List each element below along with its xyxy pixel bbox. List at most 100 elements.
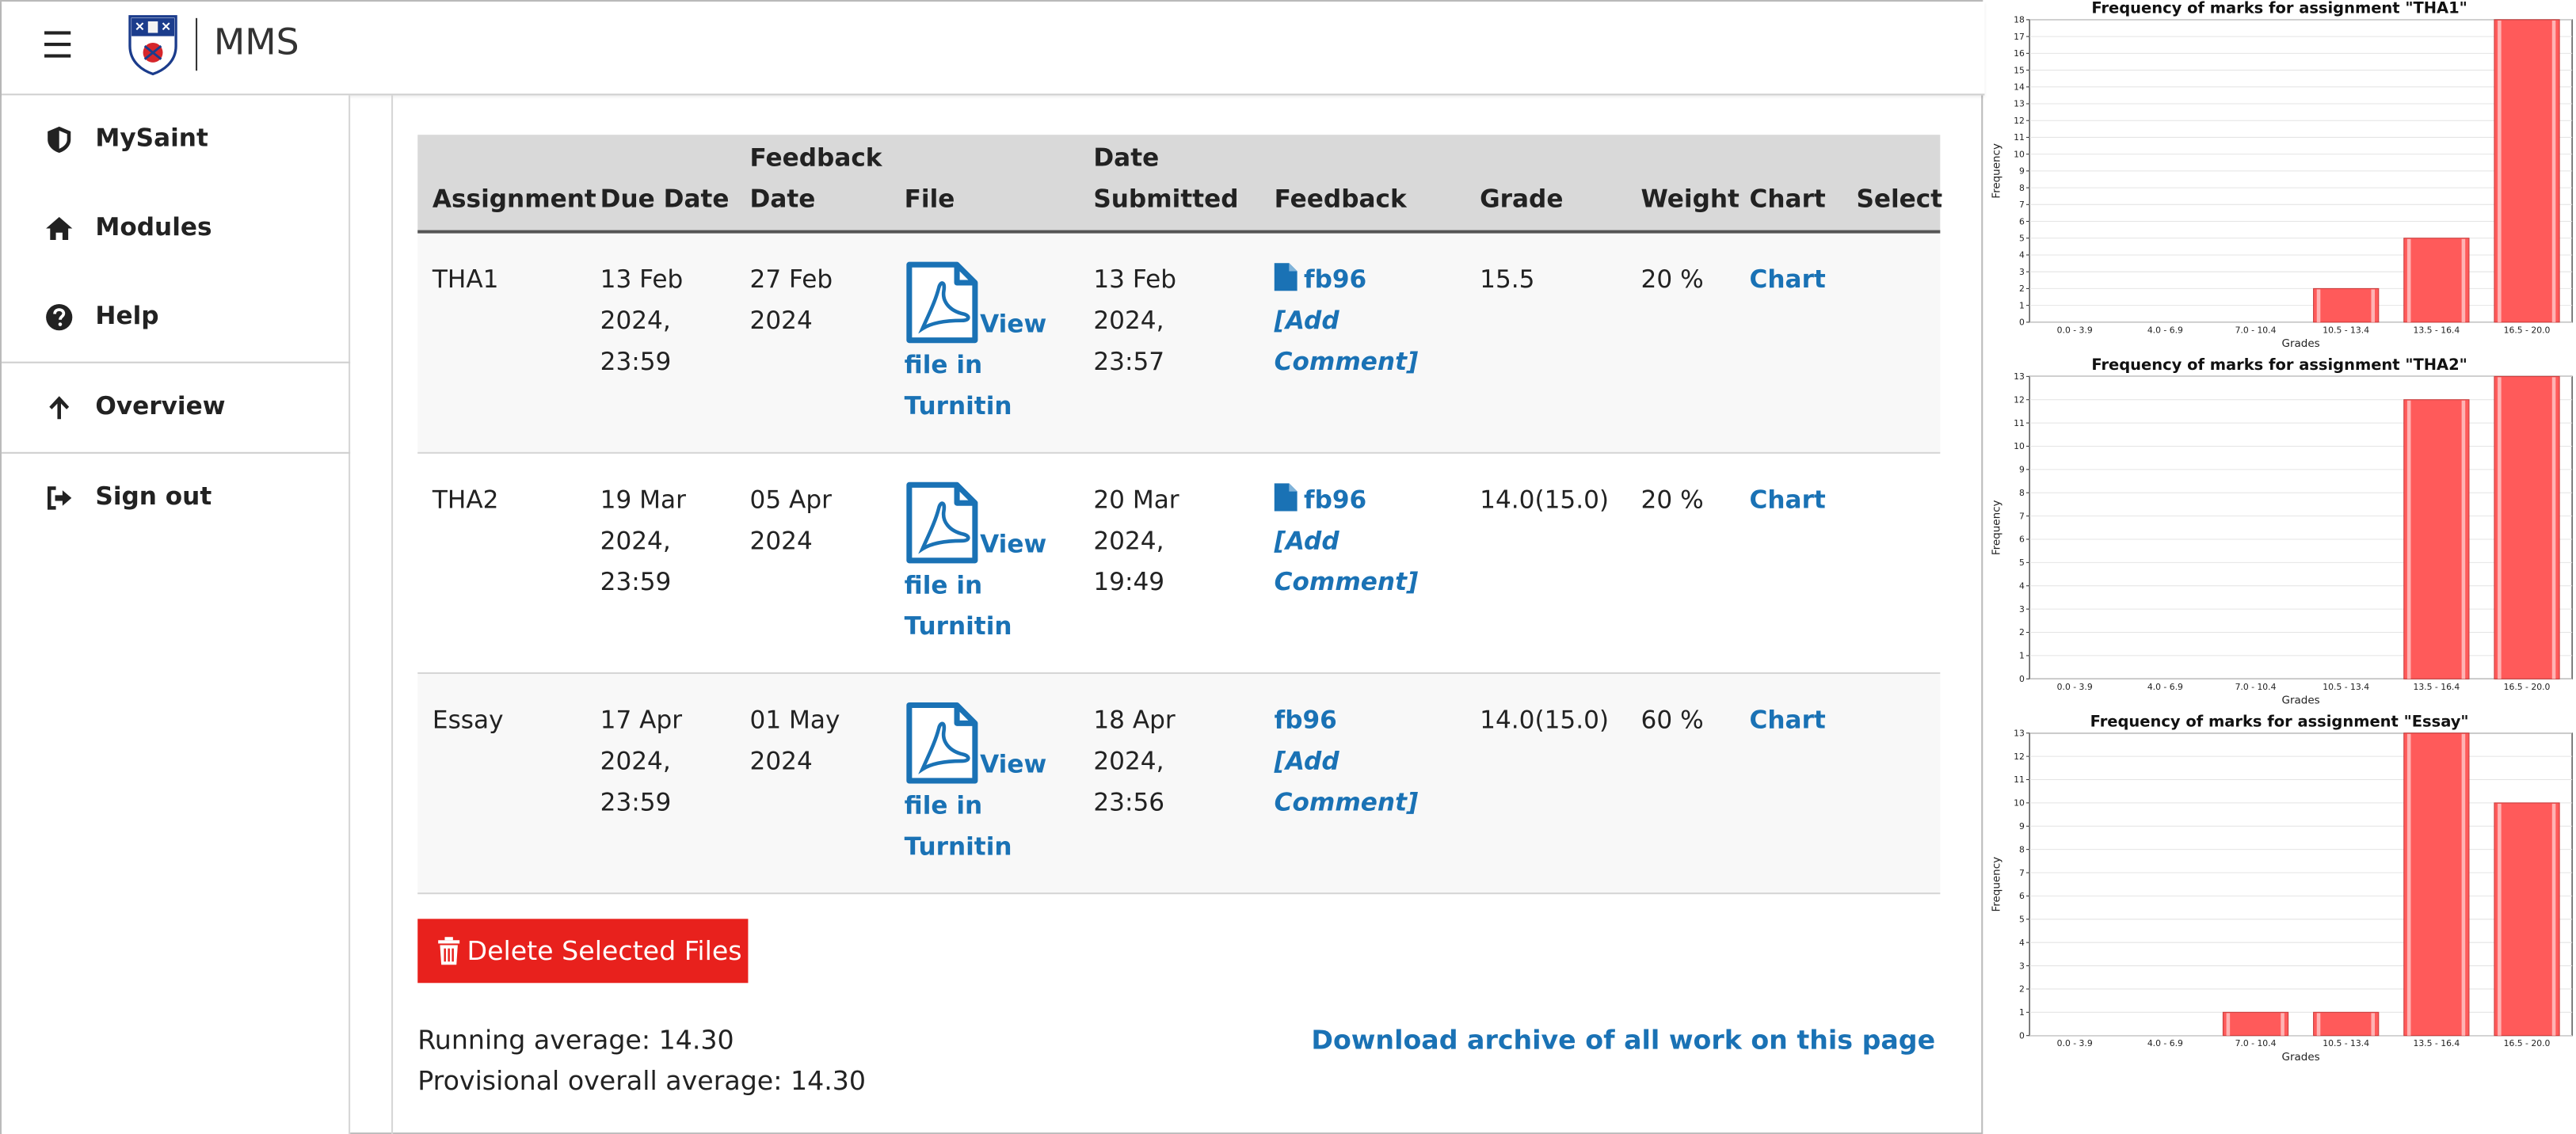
text-line: Comment] [1274,787,1419,817]
table-row: Essay 17 Apr 2024, 23:59 01 May 2024 View file … [417,674,1941,895]
bar [2494,19,2560,323]
column-header-feedback[interactable]: Feedback [1275,179,1407,220]
mms-app: MMS MySaint Modules Help Overview Sign o… [0,0,1985,1134]
text-line: 2024, [600,746,671,776]
y-tick-label: 15 [2014,65,2025,75]
sidebar-item-sign-out[interactable]: Sign out [2,465,350,531]
y-tick-label: 6 [2019,216,2025,226]
y-tick-label: 6 [2019,535,2025,545]
table-row: THA2 19 Mar 2024, 23:59 05 Apr 2024 View file i… [417,454,1941,675]
running-average: Running average: 14.30 [417,1024,734,1056]
text-line: Comment] [1274,346,1419,377]
x-tick-label: 7.0 - 10.4 [2235,1038,2277,1048]
text-line: 20 Mar [1093,485,1179,515]
sidebar-item-modules[interactable]: Modules [2,196,350,261]
sidebar-item-overview[interactable]: Overview [2,375,350,440]
column-header-grade[interactable]: Grade [1480,179,1563,220]
link-text: file in [904,790,983,820]
column-header-assignment[interactable]: Assignment [433,179,596,220]
menu-icon[interactable] [44,31,74,58]
sidebar-divider [2,361,351,363]
add-comment-link[interactable]: [Add Comment] [1275,521,1419,603]
feedback-date: 27 Feb 2024 [750,260,833,342]
chart-link[interactable]: Chart [1750,480,1826,521]
feedback-file-link[interactable]: fb96 [1275,700,1419,741]
add-comment-link[interactable]: [Add Comment] [1275,741,1419,824]
grade-value: 15.5 [1480,264,1535,295]
x-tick-label: 0.0 - 3.9 [2057,325,2093,335]
plot-frame [2029,733,2573,1037]
y-tick-label: 3 [2019,961,2025,971]
delete-selected-files-button[interactable]: Delete Selected Files [417,919,749,984]
y-tick-label: 2 [2019,627,2025,637]
feedback-cell: fb96 [Add Comment] [1274,480,1419,603]
chart-link[interactable]: Chart [1750,700,1826,741]
feedback-date: 01 May 2024 [750,700,840,782]
due-date: 19 Mar 2024, 23:59 [600,480,686,603]
chart-link[interactable]: Chart [1750,260,1826,301]
view-file-in-turnitin-link[interactable]: View file in Turnitin [904,700,1046,868]
feedback-file-link[interactable]: fb96 [1274,260,1419,301]
column-header-file[interactable]: File [905,179,955,220]
y-tick-label: 11 [2014,774,2025,785]
frequency-chart: Frequency of marks for assignment "THA2"… [1983,356,2575,711]
link-text: fb96 [1304,485,1367,515]
column-header-select[interactable]: Select [1856,179,1942,220]
column-header-feedback-date[interactable]: Feedback Date [750,138,882,220]
charts-container: Frequency of marks for assignment "THA1"… [1983,0,2575,1134]
due-date: 17 Apr 2024, 23:59 [600,700,682,824]
link-text: View [980,529,1047,559]
header-line: Date [1093,143,1160,173]
view-file-in-turnitin-link[interactable]: View file in Turnitin [904,260,1047,428]
link-text: View [980,309,1047,339]
bar [2222,1011,2289,1037]
view-file-in-turnitin-link[interactable]: View file in Turnitin [904,480,1047,648]
provisional-overall-average: Provisional overall average: 14.30 [417,1065,867,1097]
x-axis-label: Grades [2282,694,2320,706]
grade-distribution-charts: Frequency of marks for assignment "THA1"… [1983,0,2576,1134]
delete-button-label: Delete Selected Files [467,935,742,967]
link-text: Turnitin [904,391,1012,421]
sidebar-item-mysaint[interactable]: MySaint [2,107,350,173]
download-archive-link[interactable]: Download archive of all work on this pag… [1311,1024,1935,1055]
university-crest-icon[interactable] [127,13,179,76]
y-tick-label: 8 [2019,844,2025,854]
y-tick-label: 11 [2014,132,2025,143]
table-row: THA1 13 Feb 2024, 23:59 27 Feb 2024 View file i… [417,233,1941,454]
y-tick-label: 18 [2014,15,2025,25]
y-tick-label: 4 [2019,580,2025,591]
text-line: 2024 [749,746,813,776]
y-tick-label: 12 [2014,752,2025,762]
sidebar-item-help[interactable]: Help [2,284,350,350]
text-line: 23:57 [1093,346,1165,377]
y-tick-label: 8 [2019,488,2025,498]
weight-value: 20 % [1640,264,1704,295]
sidebar: MySaint Modules Help Overview Sign out [2,95,351,1134]
bar-highlight [2406,238,2411,322]
content-border [391,95,394,1134]
y-tick-label: 7 [2019,511,2025,521]
text-line: 27 Feb [749,264,833,295]
bar-highlight [2461,733,2466,1036]
bar-highlight [2316,1013,2321,1036]
text-line: 23:56 [1093,787,1165,817]
y-tick-label: 0 [2019,674,2025,684]
add-comment-link[interactable]: [Add Comment] [1275,301,1419,383]
y-tick-label: 10 [2014,149,2025,159]
x-axis-label: Grades [2282,1051,2320,1064]
y-axis-label: Frequency [1991,500,2003,555]
column-header-due-date[interactable]: Due Date [600,179,730,220]
y-tick-label: 9 [2019,166,2025,177]
x-tick-label: 13.5 - 16.4 [2413,682,2460,692]
bar-highlight [2551,20,2556,322]
feedback-file-link[interactable]: fb96 [1274,480,1419,521]
link-text: file in [904,570,983,600]
x-tick-label: 4.0 - 6.9 [2147,682,2183,692]
column-header-date-submitted[interactable]: Date Submitted [1093,138,1238,220]
column-header-chart[interactable]: Chart [1750,179,1826,220]
bar-highlight [2498,20,2502,322]
chart-plot: 01234567891011121314151617180.0 - 3.9 4.0… [1991,15,2573,350]
text-line: 2024, [600,306,671,336]
top-bar: MMS [2,2,1985,96]
column-header-weight[interactable]: Weight [1641,179,1740,220]
